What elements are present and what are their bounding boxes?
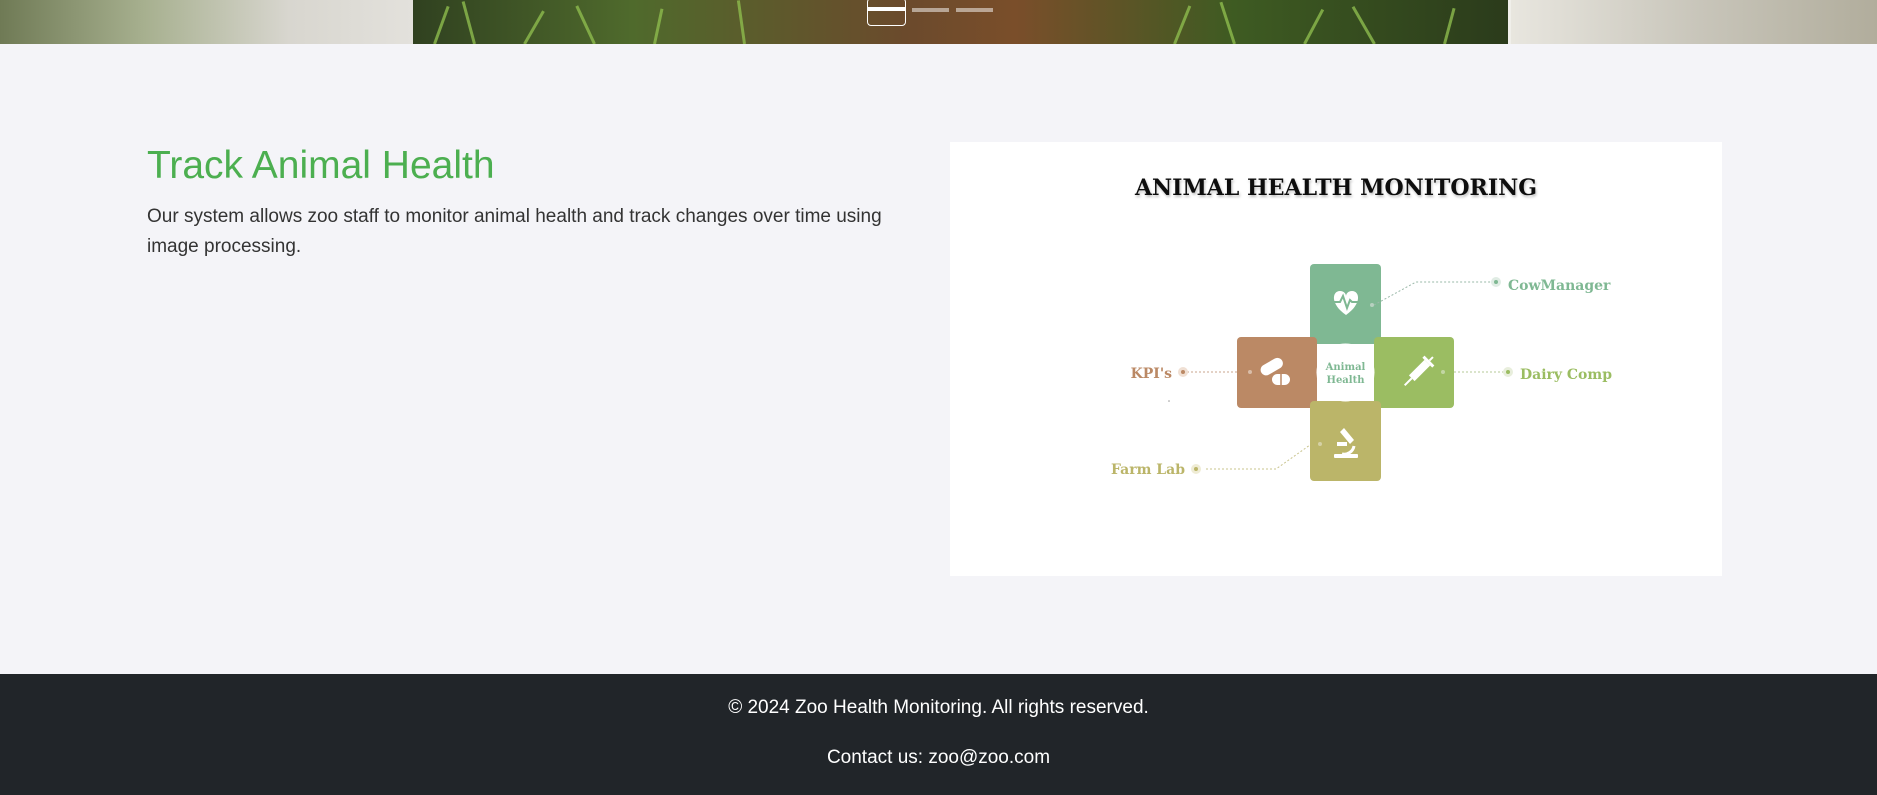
center-label-line2: Health [1327, 375, 1366, 386]
footer-contact: Contact us: zoo@zoo.com [826, 747, 1051, 768]
carousel-indicator-2[interactable] [912, 0, 949, 26]
section-title: Track Animal Health [147, 144, 495, 187]
infographic-title: ANIMAL HEALTH MONITORING [1134, 175, 1537, 201]
carousel-image-right [1508, 0, 1877, 44]
footer-copyright: © 2024 Zoo Health Monitoring. All rights… [728, 697, 1149, 718]
carousel-indicator-3[interactable] [956, 0, 993, 26]
hero-carousel [0, 0, 1877, 44]
footer: © 2024 Zoo Health Monitoring. All rights… [0, 674, 1877, 795]
label-kpis: KPI's [1131, 366, 1173, 382]
label-cowmanager: CowManager [1508, 278, 1611, 294]
carousel-indicators [867, 0, 993, 26]
feature-text: Track Animal Health Our system allows zo… [147, 142, 907, 262]
section-description: Our system allows zoo staff to monitor a… [147, 206, 882, 257]
label-farm-lab: Farm Lab [1111, 462, 1185, 478]
carousel-image-left [0, 0, 413, 44]
carousel-indicator-1[interactable] [867, 0, 906, 26]
tile-bottom [1310, 401, 1381, 481]
center-label-line1: Animal [1325, 362, 1366, 373]
label-dairy-comp: Dairy Comp [1520, 367, 1612, 383]
infographic-image: ANIMAL HEALTH MONITORING Animal Health C… [950, 142, 1722, 576]
